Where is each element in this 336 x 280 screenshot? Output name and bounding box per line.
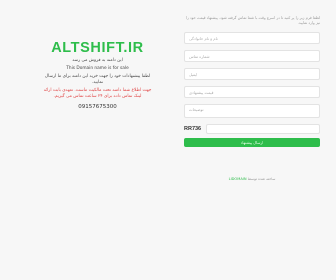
submit-button[interactable]: ارسال پیشنهاد: [184, 138, 320, 147]
captcha-code: RR736: [184, 126, 202, 132]
phone-number: 09157675300: [78, 104, 117, 110]
phone-placeholder: شماره تماس: [189, 53, 210, 59]
left-panel: ALTSHIFT.IR این دامنه به فروش می رسد Thi…: [40, 40, 155, 110]
footer: ساخته شده توسط LIDOMAIN: [184, 177, 320, 181]
offer-form: لطفا فرم زیر را پر کنید تا در اسرع وقت ب…: [184, 16, 320, 147]
captcha-row: RR736: [184, 124, 320, 134]
form-intro: لطفا فرم زیر را پر کنید تا در اسرع وقت ب…: [185, 16, 320, 25]
price-field[interactable]: قیمت پیشنهادی: [184, 86, 320, 98]
for-sale-en: This Domain name is for sale: [66, 66, 129, 71]
phone-field[interactable]: شماره تماس: [184, 50, 320, 62]
message-field[interactable]: توضیحات: [184, 104, 320, 118]
footer-text: ساخته شده توسط: [247, 177, 276, 181]
price-placeholder: قیمت پیشنهادی: [189, 89, 214, 95]
footer-link[interactable]: LIDOMAIN: [229, 177, 247, 181]
email-field[interactable]: ایمیل: [184, 68, 320, 80]
name-field[interactable]: نام و نام خانوادگی: [184, 32, 320, 44]
for-sale-fa: این دامنه به فروش می رسد: [72, 58, 123, 63]
offer-text: لطفا پیشنهادات خود را جهت خرید این دامنه…: [44, 74, 151, 85]
brand-title: ALTSHIFT.IR: [51, 40, 144, 56]
message-placeholder: توضیحات: [189, 107, 204, 112]
email-placeholder: ایمیل: [189, 71, 198, 77]
name-placeholder: نام و نام خانوادگی: [189, 35, 218, 41]
warning-text: جهت اطلاع شما دامنه تحت مالکیت ماست. تعه…: [43, 88, 152, 99]
captcha-input[interactable]: [206, 124, 320, 134]
